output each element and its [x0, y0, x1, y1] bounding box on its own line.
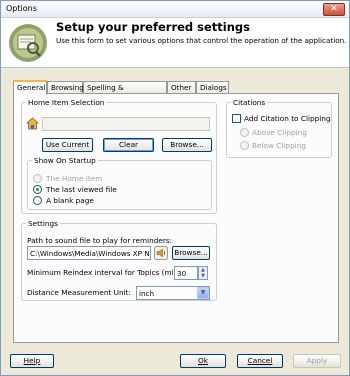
sound-path-field[interactable]: C:\Windows\Media\Windows XP No — [27, 246, 151, 260]
home-item-path-field[interactable] — [42, 117, 210, 131]
below-clipping-label: Below Clipping — [252, 141, 306, 150]
add-citation-checkbox[interactable] — [232, 114, 241, 123]
options-window: Options ✕ Setup your preferred settings … — [0, 0, 350, 376]
settings-legend: Settings — [28, 219, 58, 228]
general-tab-panel: Home Item Selection Use Current Clear Br… — [13, 93, 339, 343]
page-subtitle: Use this form to set various options tha… — [56, 36, 347, 45]
clear-button[interactable]: Clear — [103, 138, 154, 152]
reindex-interval-field[interactable]: 30 — [174, 266, 198, 280]
settings-logo-icon — [9, 24, 47, 62]
startup-home-label: The Home Item — [46, 174, 103, 183]
below-clipping-radio[interactable] — [240, 141, 249, 150]
distance-unit-select[interactable]: inch ▼ — [136, 286, 210, 300]
help-button[interactable]: Help — [10, 354, 54, 368]
tab-general[interactable]: General — [13, 80, 47, 95]
startup-blank-label: A blank page — [46, 196, 94, 205]
spin-down-icon[interactable]: ▼ — [199, 273, 207, 279]
startup-legend: Show On Startup — [34, 156, 96, 165]
home-browse-button[interactable]: Browse... — [162, 138, 212, 152]
startup-last-file-radio[interactable] — [33, 185, 42, 194]
speaker-icon[interactable] — [154, 246, 168, 260]
startup-home-radio[interactable] — [33, 174, 42, 183]
chevron-down-icon[interactable]: ▼ — [197, 287, 209, 299]
ok-button[interactable]: Ok — [180, 354, 226, 368]
add-citation-label: Add Citation to Clipping — [244, 114, 331, 123]
startup-last-file-label: The last viewed file — [46, 185, 117, 194]
sound-browse-button[interactable]: Browse... — [172, 246, 210, 260]
distance-unit-value: inch — [139, 289, 155, 298]
sound-path-label: Path to sound file to play for reminders… — [27, 236, 173, 245]
citations-legend: Citations — [233, 98, 266, 107]
window-title: Options — [6, 4, 37, 13]
title-bar: Options ✕ — [1, 1, 349, 18]
header-banner: Setup your preferred settings Use this f… — [1, 18, 349, 68]
home-item-legend: Home Item Selection — [28, 98, 105, 107]
above-clipping-label: Above Clipping — [252, 128, 307, 137]
reindex-spinner[interactable]: ▲ ▼ — [198, 266, 208, 280]
use-current-button[interactable]: Use Current — [42, 138, 93, 152]
above-clipping-radio[interactable] — [240, 128, 249, 137]
close-button[interactable]: ✕ — [323, 3, 345, 16]
cancel-button[interactable]: Cancel — [237, 354, 283, 368]
distance-unit-label: Distance Measurement Unit: — [27, 288, 131, 297]
apply-button[interactable]: Apply — [293, 354, 341, 368]
startup-blank-radio[interactable] — [33, 196, 42, 205]
home-icon — [26, 117, 39, 130]
page-title: Setup your preferred settings — [56, 20, 250, 34]
